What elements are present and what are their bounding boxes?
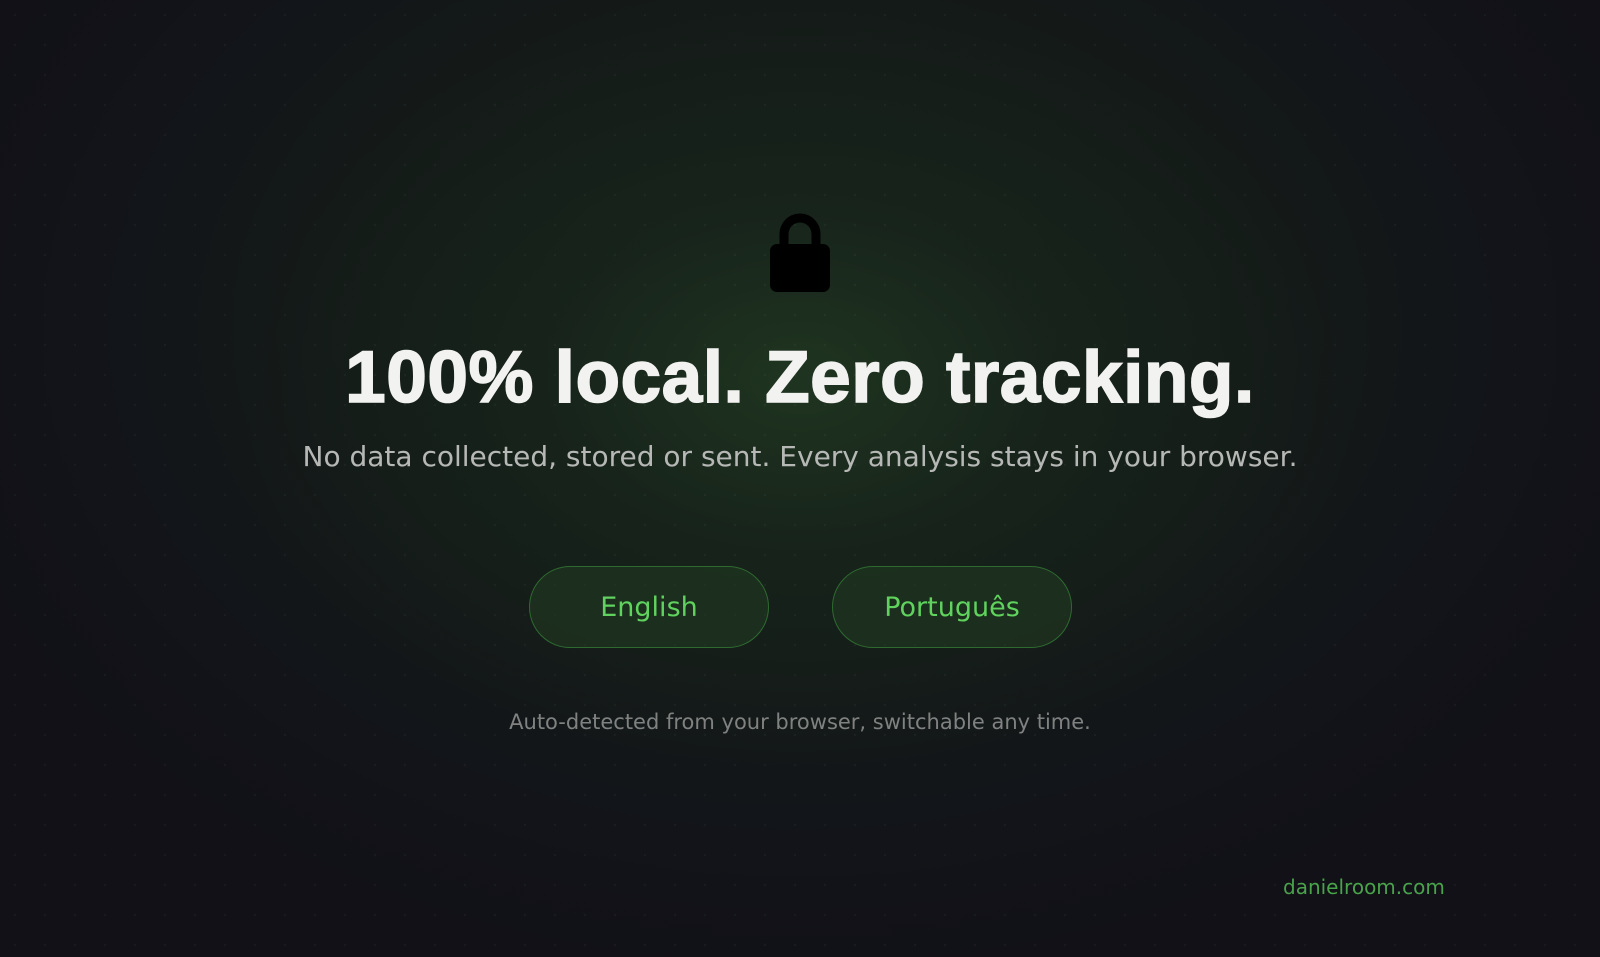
headline: 100% local. Zero tracking. <box>344 336 1255 419</box>
portuguese-button[interactable]: Português <box>832 566 1072 648</box>
auto-detect-note: Auto-detected from your browser, switcha… <box>509 710 1091 734</box>
lock-icon <box>769 210 831 294</box>
subtitle: No data collected, stored or sent. Every… <box>302 440 1298 473</box>
language-selector: English Português <box>0 566 1600 648</box>
dot-grid-background <box>0 0 1600 957</box>
english-button[interactable]: English <box>529 566 769 648</box>
privacy-language-screen: 100% local. Zero tracking. No data colle… <box>0 0 1600 957</box>
site-link[interactable]: danielroom.com <box>1283 874 1445 900</box>
